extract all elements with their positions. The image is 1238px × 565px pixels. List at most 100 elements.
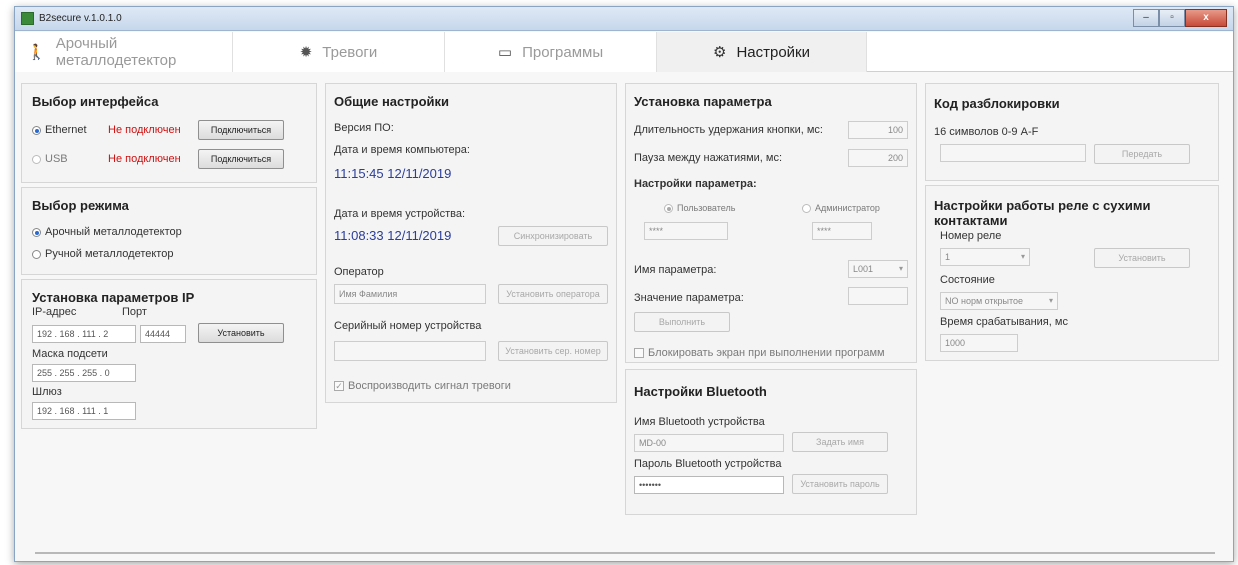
bt-set-name-button[interactable]: Задать имя (792, 432, 888, 452)
bt-name-label: Имя Bluetooth устройства (634, 416, 765, 428)
ethernet-connect-button[interactable]: Подключиться (198, 120, 284, 140)
user-radio[interactable] (664, 204, 673, 213)
app-logo-icon (21, 12, 34, 25)
interface-panel: Выбор интерфейса Ethernet Не подключен П… (21, 83, 317, 183)
sync-button[interactable]: Синхронизировать (498, 226, 608, 246)
set-serial-button[interactable]: Установить сер. номер (498, 341, 608, 361)
set-operator-button[interactable]: Установить оператора (498, 284, 608, 304)
mode-panel: Выбор режима Арочный металлодетектор Руч… (21, 187, 317, 275)
serial-input[interactable] (334, 341, 486, 361)
bluetooth-panel: Настройки Bluetooth Имя Bluetooth устрой… (625, 369, 917, 515)
ip-set-button[interactable]: Установить (198, 323, 284, 343)
unlock-send-button[interactable]: Передать (1094, 144, 1190, 164)
relay-panel: Настройки работы реле с сухими контактам… (925, 185, 1219, 361)
unlock-hint: 16 символов 0-9 A-F (934, 126, 1039, 138)
user-password-input[interactable]: **** (644, 222, 728, 240)
mode-title: Выбор режима (32, 198, 129, 213)
relay-number-select[interactable]: 1 ▾ (940, 248, 1030, 266)
relay-number-label: Номер реле (940, 230, 1002, 242)
ip-panel: Установка параметров IP IP-адрес Порт 19… (21, 279, 317, 429)
port-label: Порт (122, 306, 147, 318)
bt-name-input[interactable]: MD-00 (634, 434, 784, 452)
bt-set-pass-button[interactable]: Установить пароль (792, 474, 888, 494)
relay-title: Настройки работы реле с сухими контактам… (934, 198, 1151, 228)
chevron-down-icon: ▾ (1020, 252, 1025, 261)
tab-label: Программы (522, 43, 604, 61)
param-name-label: Имя параметра: (634, 264, 717, 276)
ethernet-status: Не подключен (108, 124, 181, 136)
general-panel: Общие настройки Версия ПО: Дата и время … (325, 83, 617, 403)
gear-icon: ⚙ (712, 44, 727, 61)
admin-password-input[interactable]: **** (812, 222, 872, 240)
version-label: Версия ПО: (334, 122, 394, 134)
relay-state-label: Состояние (940, 274, 995, 286)
bt-pass-label: Пароль Bluetooth устройства (634, 458, 782, 470)
device-time-value: 11:08:33 12/11/2019 (334, 228, 452, 243)
unlock-title: Код разблокировки (934, 96, 1060, 111)
pc-time-label: Дата и время компьютера: (334, 144, 470, 156)
relay-set-button[interactable]: Установить (1094, 248, 1190, 268)
relay-state-select[interactable]: NO норм открытое ▾ (940, 292, 1058, 310)
mask-input[interactable]: 255 . 255 . 255 . 0 (32, 364, 136, 382)
tab-label: Арочный металлодетектор (55, 35, 177, 69)
hold-input[interactable]: 100 (848, 121, 908, 139)
device-time-label: Дата и время устройства: (334, 208, 465, 220)
param-panel: Установка параметра Длительность удержан… (625, 83, 917, 363)
hand-mode-radio[interactable] (32, 250, 41, 259)
interface-title: Выбор интерфейса (32, 94, 159, 109)
mask-label: Маска подсети (32, 348, 108, 360)
window-title: B2secure v.1.0.1.0 (39, 13, 122, 24)
pause-input[interactable]: 200 (848, 149, 908, 167)
usb-label: USB (45, 153, 68, 165)
arch-mode-label: Арочный металлодетектор (45, 226, 182, 238)
pc-time-value: 11:15:45 12/11/2019 (334, 166, 452, 181)
chevron-down-icon: ▾ (1048, 296, 1053, 305)
relay-time-label: Время срабатывания, мс (940, 316, 1068, 328)
bottom-divider (35, 552, 1215, 554)
run-button[interactable]: Выполнить (634, 312, 730, 332)
relay-time-input[interactable]: 1000 (940, 334, 1018, 352)
param-value-label: Значение параметра: (634, 292, 744, 304)
hand-mode-label: Ручной металлодетектор (45, 248, 174, 260)
operator-input[interactable]: Имя Фамилия (334, 284, 486, 304)
window-controls: – ▫ x (1133, 9, 1227, 27)
admin-radio[interactable] (802, 204, 811, 213)
alarm-light-icon: ✹ (299, 44, 313, 61)
tab-label: Настройки (736, 43, 810, 61)
param-settings-label: Настройки параметра: (634, 178, 757, 190)
usb-connect-button[interactable]: Подключиться (198, 149, 284, 169)
operator-label: Оператор (334, 266, 384, 278)
bluetooth-title: Настройки Bluetooth (634, 384, 767, 399)
hold-label: Длительность удержания кнопки, мс: (634, 124, 823, 136)
ethernet-radio[interactable] (32, 126, 41, 135)
minimize-button[interactable]: – (1133, 9, 1159, 27)
alarm-sound-checkbox[interactable]: ✓ (334, 381, 344, 391)
arch-mode-radio[interactable] (32, 228, 41, 237)
param-title: Установка параметра (634, 94, 772, 109)
tab-arch-detector[interactable]: 🚶 Арочный металлодетектор (15, 32, 233, 72)
lock-screen-checkbox[interactable] (634, 348, 644, 358)
user-label: Пользователь (677, 203, 736, 213)
ip-address-input[interactable]: 192 . 168 . 111 . 2 (32, 325, 136, 343)
walk-through-detector-icon: 🚶 (27, 44, 46, 61)
alarm-sound-label: Воспроизводить сигнал тревоги (348, 380, 511, 392)
chevron-down-icon: ▾ (898, 264, 903, 273)
close-button[interactable]: x (1185, 9, 1227, 27)
serial-label: Серийный номер устройства (334, 320, 482, 332)
param-value-input[interactable] (848, 287, 908, 305)
tab-settings[interactable]: ⚙ Настройки (657, 32, 867, 72)
ip-address-label: IP-адрес (32, 306, 77, 318)
maximize-button[interactable]: ▫ (1159, 9, 1185, 27)
ethernet-label: Ethernet (45, 124, 87, 136)
param-name-select[interactable]: L001 ▾ (848, 260, 908, 278)
admin-label: Администратор (815, 203, 880, 213)
title-bar[interactable]: B2secure v.1.0.1.0 – ▫ x (15, 7, 1233, 31)
gateway-input[interactable]: 192 . 168 . 111 . 1 (32, 402, 136, 420)
unlock-code-input[interactable] (940, 144, 1086, 162)
tab-bar: 🚶 Арочный металлодетектор ✹ Тревоги ▭ Пр… (15, 32, 1233, 72)
tab-programs[interactable]: ▭ Программы (445, 32, 657, 72)
tab-alarms[interactable]: ✹ Тревоги (233, 32, 445, 72)
port-input[interactable]: 44444 (140, 325, 186, 343)
usb-radio[interactable] (32, 155, 41, 164)
bt-pass-input[interactable]: ••••••• (634, 476, 784, 494)
